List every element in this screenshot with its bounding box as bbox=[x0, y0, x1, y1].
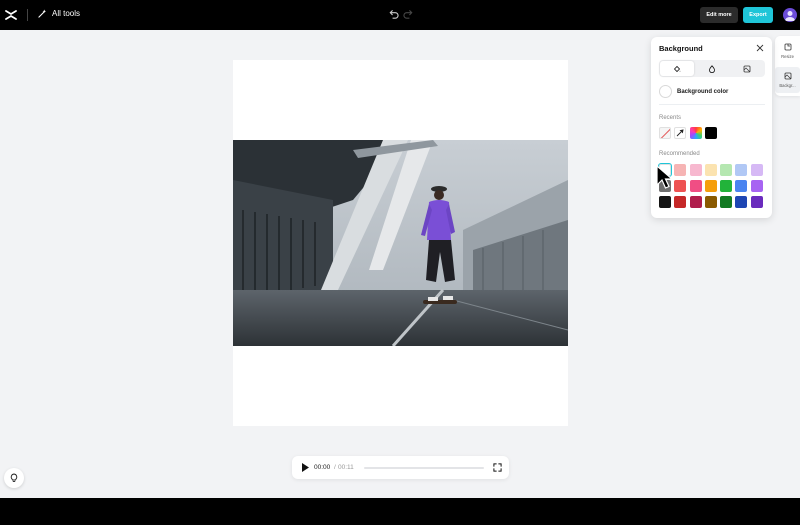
recent-color-swatch[interactable] bbox=[704, 127, 717, 139]
color-swatch[interactable] bbox=[674, 196, 687, 208]
recent-colors bbox=[659, 127, 717, 139]
color-swatch[interactable] bbox=[720, 164, 733, 176]
time-separator: / bbox=[334, 464, 336, 471]
bottom-bar bbox=[0, 498, 800, 525]
duration: 00:11 bbox=[338, 464, 354, 471]
redo-icon[interactable] bbox=[403, 9, 414, 20]
close-icon[interactable] bbox=[756, 44, 764, 52]
magic-wand-icon bbox=[38, 9, 47, 18]
color-swatch[interactable] bbox=[735, 196, 748, 208]
paint-bucket-icon bbox=[673, 65, 681, 72]
progress-bar[interactable] bbox=[364, 467, 484, 469]
all-tools-button[interactable]: All tools bbox=[38, 9, 80, 18]
undo-icon[interactable] bbox=[388, 9, 399, 20]
avatar[interactable] bbox=[783, 8, 797, 22]
color-swatch[interactable] bbox=[720, 180, 733, 192]
fullscreen-icon[interactable] bbox=[493, 463, 502, 472]
color-swatch[interactable] bbox=[689, 196, 702, 208]
recommended-label: Recommended bbox=[659, 151, 700, 157]
color-swatch[interactable] bbox=[659, 196, 671, 208]
play-icon[interactable] bbox=[300, 462, 310, 473]
color-swatch[interactable] bbox=[674, 164, 687, 176]
blur-drop-icon bbox=[709, 64, 715, 73]
color-swatch[interactable] bbox=[659, 180, 671, 192]
color-swatch[interactable] bbox=[704, 180, 717, 192]
custom-gradient-swatch[interactable] bbox=[689, 127, 702, 139]
capcut-logo-icon[interactable] bbox=[4, 8, 18, 22]
user-icon bbox=[785, 11, 795, 21]
video-thumbnail-image bbox=[233, 140, 568, 346]
tips-button[interactable] bbox=[4, 468, 24, 488]
color-swatch[interactable] bbox=[689, 180, 702, 192]
rail-item-label: Backgr... bbox=[779, 83, 796, 88]
eyedropper-icon bbox=[676, 129, 684, 137]
panel-title: Background bbox=[659, 44, 703, 53]
rail-item-resize[interactable]: Resize bbox=[775, 38, 800, 64]
background-type-tabs bbox=[659, 60, 765, 77]
color-swatch[interactable] bbox=[735, 164, 748, 176]
color-swatch[interactable] bbox=[704, 164, 717, 176]
tab-blur[interactable] bbox=[695, 61, 729, 76]
tab-image[interactable] bbox=[730, 61, 764, 76]
background-panel: Background Background color Recents Reco… bbox=[651, 37, 772, 218]
export-button[interactable]: Export bbox=[743, 7, 773, 23]
color-swatch[interactable] bbox=[735, 180, 748, 192]
image-icon bbox=[743, 65, 751, 72]
tab-color[interactable] bbox=[660, 61, 694, 76]
edit-more-button[interactable]: Edit more bbox=[700, 7, 738, 23]
color-swatch[interactable] bbox=[658, 163, 672, 177]
top-bar: All tools Edit more Export bbox=[0, 0, 800, 30]
color-swatch[interactable] bbox=[750, 196, 763, 208]
rail-item-label: Resize bbox=[781, 54, 794, 59]
no-color-swatch[interactable] bbox=[659, 127, 671, 139]
rail-item-background[interactable]: Backgr... bbox=[775, 67, 800, 93]
color-swatch[interactable] bbox=[704, 196, 717, 208]
background-color-swatch[interactable] bbox=[659, 85, 672, 98]
recommended-colors bbox=[658, 163, 763, 208]
right-tool-rail: Resize Backgr... bbox=[775, 36, 800, 96]
background-color-label: Background color bbox=[677, 88, 729, 95]
background-color-row[interactable]: Background color bbox=[659, 85, 728, 98]
color-swatch[interactable] bbox=[674, 180, 687, 192]
color-swatch[interactable] bbox=[750, 180, 763, 192]
resize-icon bbox=[784, 43, 791, 51]
video-frame[interactable] bbox=[233, 140, 568, 346]
color-swatch[interactable] bbox=[720, 196, 733, 208]
background-icon bbox=[784, 72, 791, 80]
all-tools-label: All tools bbox=[52, 9, 81, 18]
recents-label: Recents bbox=[659, 115, 682, 121]
section-divider bbox=[659, 104, 765, 105]
color-swatch[interactable] bbox=[750, 164, 763, 176]
topbar-divider bbox=[27, 9, 28, 21]
video-player-controls: 00:00 / 00:11 bbox=[292, 456, 509, 479]
color-swatch[interactable] bbox=[689, 164, 702, 176]
color-picker-swatch[interactable] bbox=[674, 127, 687, 139]
lightbulb-icon bbox=[10, 473, 18, 482]
current-time: 00:00 bbox=[314, 464, 331, 471]
